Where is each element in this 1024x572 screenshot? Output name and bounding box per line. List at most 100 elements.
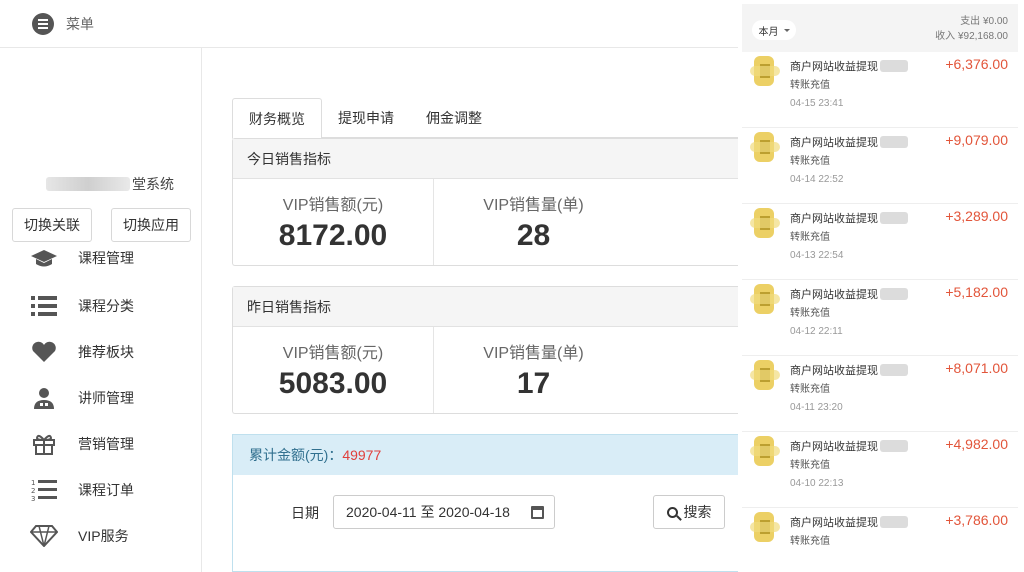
metric-label: VIP销售量(单) [483,197,584,214]
transaction-amount: +5,182.00 [945,284,1008,300]
sidebar-item-label: 营销管理 [78,436,134,452]
date-range-input[interactable]: 2020-04-11 至 2020-04-18 [333,495,555,529]
switch-link-button[interactable]: 切换关联 [12,208,92,242]
sidebar-nav: 课程管理 课程分类 推荐板块 讲师管理 营销管理 1 2 3 课程订单 VIP服… [0,244,202,572]
month-filter-label: 本月 [758,26,779,38]
transaction-date: 04-12 22:11 [790,326,843,337]
switch-app-button[interactable]: 切换应用 [111,208,191,242]
blurred-avatar [750,284,780,316]
metrics-row: VIP销售额(元) 5083.00 VIP销售量(单) 17 [233,327,738,413]
sidebar-item-lecturer[interactable]: 讲师管理 [0,376,202,420]
transaction-row[interactable]: 商户网站收益提现 转账充值 04-10 22:13 +4,982.00 [742,432,1018,508]
chevron-down-icon [783,28,790,32]
mobile-transaction-list: 本月 支出 ¥0.00 收入 ¥92,168.00 商户网站收益提现 转账充值 04… [742,4,1018,550]
search-button-label: 搜索 [683,504,712,520]
sidebar-item-label: VIP服务 [78,528,129,544]
metrics-row: VIP销售额(元) 8172.00 VIP销售量(单) 28 [233,179,738,265]
sidebar-item-vip[interactable]: VIP服务 [0,514,202,558]
sidebar-item-label: 讲师管理 [78,390,134,406]
graduation-cap-icon [30,244,58,272]
yesterday-sales-panel: 昨日销售指标 VIP销售额(元) 5083.00 VIP销售量(单) 17 [232,286,738,414]
transaction-row[interactable]: 商户网站收益提现转账充值 04-11 23:20 +8,071.00 [742,356,1018,432]
heart-icon [30,338,58,366]
sidebar-item-recommend[interactable]: 推荐板块 [0,330,202,374]
month-filter-button[interactable]: 本月 [752,20,796,40]
system-name: 堂系统 [46,174,174,194]
main-content: 财务概览 提现申请 佣金调整 今日销售指标 VIP销售额(元) 8172.00 … [202,48,738,572]
transaction-amount: +3,786.00 [945,512,1008,528]
transaction-title: 商户网站收益提现 [790,438,908,454]
blurred-avatar [750,56,780,88]
transaction-row[interactable]: 商户网站收益提现转账充值 04-13 22:54 +3,289.00 [742,204,1018,280]
gift-icon [30,430,58,458]
admin-app: 菜单 堂系统 切换关联 切换应用 课程管理 课程分类 推荐板块 讲师管理 营销管… [0,0,738,572]
total-amount-label: 累计金额(元)： [249,447,343,463]
yesterday-count-metric: VIP销售量(单) 17 [433,327,633,413]
blurred-avatar [750,360,780,392]
tab-commission-adjust[interactable]: 佣金调整 [410,98,498,138]
transaction-type: 转账充值 [790,536,830,547]
sidebar-item-course-category[interactable]: 课程分类 [0,284,202,328]
svg-text:2: 2 [31,487,35,495]
yesterday-amount-metric: VIP销售额(元) 5083.00 [233,327,433,413]
panel-title: 昨日销售指标 [233,287,738,327]
transaction-date: 04-11 23:20 [790,402,843,413]
ordered-list-icon: 123 [30,476,58,504]
transaction-title: 商户网站收益提现 [790,210,908,226]
svg-text:1: 1 [31,479,35,487]
today-amount-metric: VIP销售额(元) 8172.00 [233,179,433,265]
transaction-date: 04-14 22:52 [790,174,844,185]
metric-value: 8172.00 [278,219,388,252]
metric-value: 5083.00 [278,367,388,400]
total-amount-value: 49977 [342,447,382,463]
sidebar-item-label: 课程分类 [78,298,134,314]
transaction-date: 04-13 22:54 [790,250,844,261]
transaction-row[interactable]: 商户网站收益提现 转账充值 04-15 23:41 +6,376.00 [742,52,1018,128]
sidebar: 堂系统 切换关联 切换应用 课程管理 课程分类 推荐板块 讲师管理 营销管理 1… [0,48,202,572]
transaction-date: 04-15 23:41 [790,98,844,109]
transaction-row[interactable]: 商户网站收益提现 转账充值 04-14 22:52 +9,079.00 [742,128,1018,204]
transaction-type: 转账充值 [790,232,830,243]
top-bar: 菜单 [0,0,738,48]
transaction-title: 商户网站收益提现 [790,514,908,530]
calendar-icon[interactable] [531,506,544,519]
transaction-title: 商户网站收益提现 [790,362,908,378]
transaction-amount: +6,376.00 [945,56,1008,72]
transaction-title: 商户网站收益提现 [790,286,908,302]
transaction-amount: +3,289.00 [945,208,1008,224]
finance-tabs: 财务概览 提现申请 佣金调整 [232,98,738,139]
transaction-row[interactable]: 商户网站收益提现 转账充值 04-12 22:11 +5,182.00 [742,280,1018,356]
sidebar-item-label: 课程订单 [78,482,134,498]
blurred-text [880,516,908,528]
date-label: 日期 [291,505,319,521]
blurred-text [880,212,908,224]
transaction-amount: +9,079.00 [945,132,1008,148]
sidebar-item-course-management[interactable]: 课程管理 [0,244,202,280]
total-amount-panel: 累计金额(元)： 49977 日期 2020-04-11 至 2020-04-1… [232,434,738,572]
transaction-amount: +8,071.00 [945,360,1008,376]
panel-title: 今日销售指标 [233,139,738,179]
tab-finance-overview[interactable]: 财务概览 [232,98,322,139]
sidebar-item-orders[interactable]: 123 课程订单 [0,468,202,512]
search-button[interactable]: 搜索 [653,495,725,529]
total-amount-header: 累计金额(元)： 49977 [233,435,738,475]
date-search-row: 日期 2020-04-11 至 2020-04-18 搜索 [233,495,739,529]
tab-withdraw-request[interactable]: 提现申请 [322,98,410,138]
menu-label[interactable]: 菜单 [66,14,94,34]
blurred-text [880,440,908,452]
metric-value: 17 [516,367,551,400]
search-icon [666,506,678,518]
transaction-row[interactable]: 商户网站收益提现转账充值 +3,786.00 [742,508,1018,550]
blurred-avatar [750,132,780,164]
system-name-text: 堂系统 [132,176,174,192]
blurred-avatar [750,208,780,240]
blurred-avatar [750,512,780,544]
transaction-date: 04-10 22:13 [790,478,844,489]
transaction-type: 转账充值 [790,384,830,395]
sidebar-item-label: 推荐板块 [78,344,134,360]
sidebar-item-marketing[interactable]: 营销管理 [0,422,202,466]
blurred-text [880,136,908,148]
transaction-type: 转账充值 [790,460,830,471]
metric-value: 28 [516,219,551,252]
menu-icon[interactable] [32,12,54,35]
